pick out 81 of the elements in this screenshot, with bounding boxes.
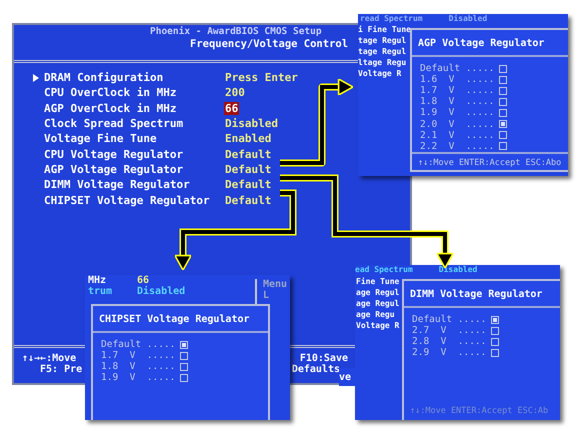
- backdrop-label: trum: [88, 286, 114, 297]
- voltage-option[interactable]: 1.9 V .....: [101, 372, 176, 384]
- voltage-option[interactable]: 1.7 V .....: [420, 85, 494, 96]
- voltage-option[interactable]: 1.8 V .....: [420, 96, 494, 108]
- backdrop-label: ve: [339, 372, 352, 382]
- backdrop-value: Disabled: [438, 265, 478, 276]
- option-checkbox[interactable]: [491, 326, 500, 335]
- option-checkbox[interactable]: [499, 98, 508, 106]
- option-checkbox[interactable]: [180, 374, 188, 382]
- option-checkbox[interactable]: [180, 352, 188, 360]
- option-checkbox[interactable]: [499, 86, 508, 95]
- voltage-option[interactable]: 1.9 V .....: [420, 107, 494, 118]
- backdrop-value: 66: [137, 275, 150, 286]
- dialog-title: AGP Voltage Regulator: [417, 37, 546, 51]
- voltage-option[interactable]: 2.2 V .....: [420, 140, 494, 152]
- page-title: Frequency/Voltage Control: [190, 37, 348, 51]
- backdrop-label: age Regul: [356, 287, 400, 298]
- backdrop-value: Disabled: [137, 286, 186, 297]
- setting-label[interactable]: DIMM Voltage Regulator: [44, 178, 224, 192]
- option-checkbox[interactable]: [499, 120, 508, 128]
- voltage-option[interactable]: 2.0 V .....: [420, 118, 494, 130]
- setting-label[interactable]: CPU OverClock in MHz: [44, 86, 224, 100]
- key-hint: Defaults: [292, 364, 340, 375]
- voltage-option[interactable]: Default .....: [101, 339, 176, 350]
- backdrop-label: i Fine Tune: [358, 24, 411, 35]
- dialog-title: DIMM Voltage Regulator: [409, 288, 544, 302]
- option-checkbox[interactable]: [491, 316, 500, 324]
- backdrop-label: Voltage R: [356, 320, 400, 331]
- backdrop-label: tage Regul: [358, 35, 406, 46]
- dialog-title: CHIPSET Voltage Regulator: [98, 313, 251, 327]
- backdrop-label: Fine Tune: [356, 276, 400, 287]
- backdrop-value: Disabled: [448, 14, 488, 24]
- key-hint: ↑↓:Move ENTER:Accept ESC:Ab: [409, 405, 550, 418]
- key-hint: F5: Pre: [39, 364, 82, 375]
- setting-value[interactable]: Default: [224, 148, 272, 161]
- voltage-option[interactable]: 1.6 V .....: [420, 74, 494, 86]
- option-checkbox[interactable]: [499, 64, 508, 73]
- voltage-option[interactable]: 2.7 V .....: [412, 325, 486, 336]
- setting-label[interactable]: CPU Voltage Regulator: [44, 148, 224, 161]
- setting-label[interactable]: CHIPSET Voltage Regulator: [44, 194, 224, 207]
- voltage-option[interactable]: Default .....: [420, 63, 494, 74]
- key-hint: ↑↓:Move ENTER:Accept ESC:Abo: [417, 156, 562, 170]
- backdrop-label: Voltage R: [358, 68, 402, 79]
- setting-label[interactable]: DRAM Configuration: [44, 71, 224, 84]
- voltage-option[interactable]: 1.7 V .....: [101, 350, 176, 362]
- option-checkbox[interactable]: [180, 362, 188, 371]
- setting-value[interactable]: Default: [224, 162, 272, 176]
- setting-value[interactable]: 200: [224, 86, 246, 100]
- setting-value[interactable]: Enabled: [224, 132, 272, 146]
- option-checkbox[interactable]: [491, 338, 500, 346]
- voltage-option[interactable]: 2.9 V .....: [412, 347, 486, 358]
- voltage-option[interactable]: 1.8 V .....: [101, 361, 176, 372]
- setting-label[interactable]: AGP Voltage Regulator: [44, 162, 224, 176]
- option-checkbox[interactable]: [491, 348, 500, 357]
- voltage-option[interactable]: 2.8 V .....: [412, 336, 486, 348]
- option-checkbox[interactable]: [499, 108, 508, 117]
- submenu-arrow-icon: [33, 74, 39, 82]
- backdrop-label: ead Spectrum: [355, 265, 413, 276]
- backdrop-label: MHz: [88, 275, 108, 286]
- backdrop-label: ltage Regu: [358, 57, 406, 68]
- key-hint: F10:Save: [300, 353, 348, 364]
- setting-label[interactable]: Clock Spread Spectrum: [44, 117, 224, 130]
- backdrop-label: tage Regul: [358, 46, 406, 57]
- backdrop-label: read Spectrum: [360, 14, 423, 24]
- setting-value[interactable]: Press Enter: [224, 71, 299, 84]
- voltage-option[interactable]: 2.1 V .....: [420, 130, 494, 141]
- option-checkbox[interactable]: [180, 340, 188, 349]
- setting-label[interactable]: Voltage Fine Tune: [44, 132, 224, 146]
- setting-value[interactable]: Default: [224, 194, 272, 207]
- bios-title: Phoenix - AwardBIOS CMOS Setup: [150, 26, 322, 37]
- setting-value[interactable]: Disabled: [224, 117, 279, 130]
- setting-value[interactable]: Default: [224, 178, 272, 192]
- setting-label[interactable]: AGP OverClock in MHz: [44, 102, 224, 115]
- voltage-option[interactable]: Default .....: [412, 314, 486, 326]
- setting-value[interactable]: 66: [224, 102, 240, 115]
- backdrop-label: age Regu: [356, 309, 395, 320]
- option-checkbox[interactable]: [499, 76, 508, 84]
- key-hint: ↑↓→←:Move: [22, 353, 78, 364]
- option-checkbox[interactable]: [499, 142, 508, 150]
- backdrop-label: age Regul: [356, 298, 400, 309]
- option-checkbox[interactable]: [499, 131, 508, 140]
